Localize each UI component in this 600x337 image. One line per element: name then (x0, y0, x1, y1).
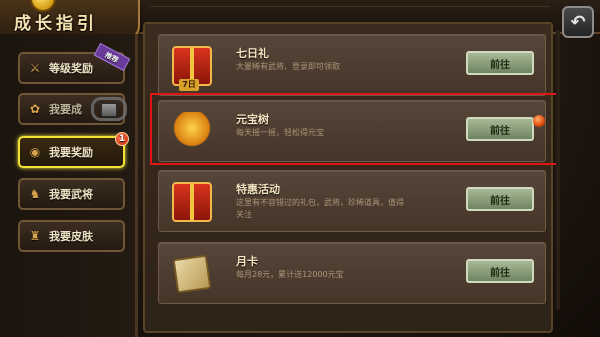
tree-icon: ✿ (29, 102, 41, 116)
sidebar-item-reward[interactable]: ◉ 我要奖励 1 (18, 132, 129, 168)
sidebar-item-label: 我要皮肤 (49, 230, 93, 243)
sidebar-item-label: 我要武将 (49, 188, 93, 201)
icon-label: 7日 (179, 79, 199, 91)
sidebar-item-label: 等级奖励 (49, 62, 93, 75)
month-card-icon (172, 254, 212, 294)
card-seven-day: 7日 七日礼 大量稀有武将、登录即可领取 前往 (158, 34, 546, 96)
card-title: 月卡 (236, 255, 258, 268)
highlight-frame (150, 93, 558, 165)
back-arrow-icon: ↶ (570, 11, 586, 33)
card-description: 大量稀有武将、登录即可领取 (236, 62, 340, 71)
card-description: 每月28元，累计送12000元宝 (236, 270, 344, 279)
sidebar-item-growth[interactable]: ✿ 我要成 (18, 93, 127, 125)
armor-icon: ♜ (29, 229, 41, 243)
go-button[interactable]: 前往 (466, 259, 534, 283)
sidebar-item-label: 我要成 (49, 103, 82, 116)
sidebar-item-label: 我要奖励 (49, 146, 93, 159)
page-title: 成长指引 (14, 14, 98, 34)
go-button[interactable]: 前往 (466, 187, 534, 211)
lock-icon (101, 103, 117, 117)
back-button[interactable]: ↶ (562, 6, 594, 38)
go-button[interactable]: 前往 (466, 51, 534, 75)
notification-badge: 1 (115, 132, 129, 146)
coin-icon: ◉ (29, 145, 41, 159)
card-title: 七日礼 (236, 47, 269, 60)
sword-icon: ⚔ (29, 61, 41, 75)
game-screen: 成长指引 ↶ ⚔ 等级奖励 推荐 ✿ 我要成 ◉ 我要奖励 1 ♞ 我要武将 ♜… (0, 0, 600, 337)
card-description: 这里有不容错过的礼包，武将，珍稀道具，值得关注 (236, 198, 404, 219)
sidebar-item-warrior[interactable]: ♞ 我要武将 (18, 178, 125, 210)
sidebar-item-skin[interactable]: ♜ 我要皮肤 (18, 220, 125, 252)
content-panel: 7日 七日礼 大量稀有武将、登录即可领取 前往 元宝树 每天摇一摇，轻松得元宝 … (143, 22, 553, 333)
card-month-card: 月卡 每月28元，累计送12000元宝 前往 (158, 242, 546, 304)
sidebar-item-level-reward[interactable]: ⚔ 等级奖励 推荐 (18, 42, 131, 84)
card-special-offer: 特惠活动 这里有不容错过的礼包，武将，珍稀道具，值得关注 前往 (158, 170, 546, 232)
warrior-icon: ♞ (29, 187, 41, 201)
card-title: 特惠活动 (236, 183, 280, 196)
gift-box-icon (172, 182, 212, 222)
scrollbar[interactable] (556, 30, 560, 310)
